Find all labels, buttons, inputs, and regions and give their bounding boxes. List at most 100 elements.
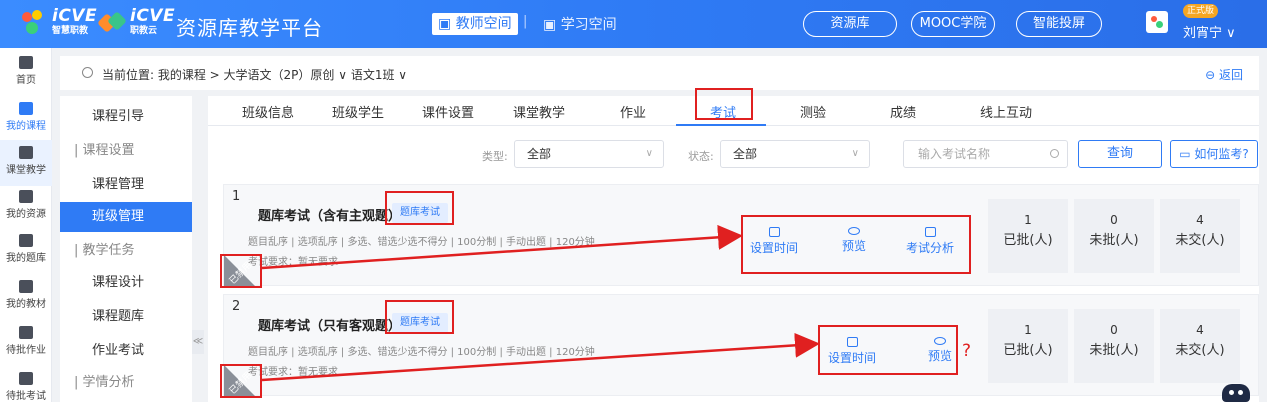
type-filter-select[interactable]: 全部 ∨ [514,140,664,168]
left-icon-rail: 首页 我的课程 课堂教学 我的资源 我的题库 我的教材 待批作业 待批考试 [0,48,52,402]
library-icon [19,190,33,203]
eye-icon [848,227,860,235]
sidebar-collapse-handle[interactable]: ≪ [192,330,204,354]
chevron-down-icon: ∨ [645,148,653,159]
tab-online-interaction[interactable]: 线上互动 [980,102,1032,121]
rail-item-resources[interactable]: 我的资源 [0,190,52,220]
sidebar-item-course-design[interactable]: 课程设计 [60,268,192,298]
exam-name-search-input[interactable] [903,140,1068,168]
tab-exams[interactable]: 考试 [710,102,736,121]
exam-index: 2 [232,299,241,314]
play-icon [19,146,33,159]
stat-not-submitted: 4 未交(人) [1160,199,1240,273]
icve-logo-icon [18,8,48,40]
avatar[interactable] [1146,11,1168,33]
exam-type-tag: 题库考试 [392,313,448,333]
rail-item-pending-homework[interactable]: 待批作业 [0,326,52,356]
assistant-robot-icon[interactable] [1222,384,1250,402]
tab-grades[interactable]: 成绩 [890,102,916,121]
breadcrumb-text[interactable]: 当前位置: 我的课程 > 大学语文（2P）原创 ∨ 语文1班 ∨ [102,66,407,83]
stat-ungraded: 0 未批(人) [1074,309,1154,383]
preview-button[interactable]: 预览 [910,337,970,364]
brand-zhihuizhijiao: iCVE 智慧职教 [52,6,98,36]
question-bank-icon [19,234,33,247]
sidebar-group-teaching-tasks: | 教学任务 [74,243,135,258]
exam-analysis-button[interactable]: 考试分析 [900,227,960,256]
rail-item-my-courses[interactable]: 我的课程 [0,102,52,132]
chart-icon [924,227,936,237]
nav-student-space[interactable]: ▣ 学习空间 [543,14,617,34]
exam-type-tag: 题库考试 [392,203,448,223]
sidebar-group-learning-analysis: | 学情分析 [74,375,135,390]
rail-item-home[interactable]: 首页 [0,56,52,86]
main-panel: 班级信息 班级学生 课件设置 课堂教学 作业 考试 测验 成绩 线上互动 类型:… [208,96,1259,402]
class-tabs: 班级信息 班级学生 课件设置 课堂教学 作业 考试 测验 成绩 线上互动 [208,96,1259,126]
type-filter-label: 类型: [482,150,508,163]
brand-zhijiaoyun: iCVE 职教云 [130,6,176,36]
sidebar-item-course-management[interactable]: 课程管理 [60,170,192,200]
back-link[interactable]: ⊖ 返回 [1205,66,1243,83]
search-icon [1050,149,1059,158]
nav-teacher-space[interactable]: ▣ 教师空间 [432,13,518,35]
chevron-down-icon: ∨ [851,148,859,159]
rail-item-textbooks[interactable]: 我的教材 [0,280,52,310]
upload-icon [846,337,858,347]
exam-index: 1 [232,189,241,204]
exam-requirement: 考试要求：暂无要求 [248,257,338,268]
user-name-dropdown[interactable]: 刘宵宁 ∨ [1183,22,1236,41]
exam-card: 1 题库考试（含有主观题） 题库考试 题目乱序 | 选项乱序 | 多选、错选少选… [223,184,1259,287]
nav-separator: | [523,14,528,29]
tab-class-info[interactable]: 班级信息 [242,102,294,121]
course-sidebar: 课程引导 | 课程设置 课程管理 班级管理 | 教学任务 课程设计 课程题库 作… [60,96,192,402]
official-version-badge: 正式版 [1183,4,1219,18]
tab-classroom-teaching[interactable]: 课堂教学 [513,102,565,121]
mooc-college-button[interactable]: MOOC学院 [911,11,995,37]
status-filter-select[interactable]: 全部 ∨ [720,140,870,168]
zhijiaoyun-logo-icon [97,10,127,36]
tab-quizzes[interactable]: 测验 [800,102,826,121]
platform-title: 资源库教学平台 [176,16,323,40]
tab-class-students[interactable]: 班级学生 [332,102,384,121]
smart-cast-button[interactable]: 智能投屏 [1016,11,1102,37]
set-time-button[interactable]: 设置时间 [744,227,804,256]
breadcrumb: 当前位置: 我的课程 > 大学语文（2P）原创 ∨ 语文1班 ∨ ⊖ 返回 [60,56,1259,90]
exam-title[interactable]: 题库考试（只有客观题） [258,315,401,334]
resource-library-button[interactable]: 资源库 [803,11,897,37]
tab-courseware-settings[interactable]: 课件设置 [422,102,474,121]
home-icon [19,56,33,69]
top-bar: iCVE 智慧职教 iCVE 职教云 资源库教学平台 ▣ 教师空间 | ▣ 学习… [0,0,1267,48]
exam-title[interactable]: 题库考试（含有主观题） [258,205,401,224]
set-time-button[interactable]: 设置时间 [822,337,882,366]
exam-settings-summary: 题目乱序 | 选项乱序 | 多选、错选少选不得分 | 100分制 | 手动出题 … [248,347,595,358]
rail-item-pending-exams[interactable]: 待批考试 [0,372,52,402]
query-button[interactable]: 查询 [1078,140,1162,168]
status-filter-label: 状态: [688,150,714,163]
sidebar-item-course-guide[interactable]: 课程引导 [60,102,192,132]
sidebar-item-course-question-bank[interactable]: 课程题库 [60,302,192,332]
disabled-ribbon: 已禁用 [224,255,256,287]
tab-homework[interactable]: 作业 [620,102,646,121]
rail-item-question-bank[interactable]: 我的题库 [0,234,52,264]
stat-not-submitted: 4 未交(人) [1160,309,1240,383]
stat-ungraded: 0 未批(人) [1074,199,1154,273]
exam-icon [19,372,33,385]
homework-icon [19,326,33,339]
sidebar-item-class-management[interactable]: 班级管理 [60,202,192,232]
disabled-ribbon: 已禁用 [224,365,256,397]
eye-icon [934,337,946,345]
exam-requirement: 考试要求：暂无要求 [248,367,338,378]
textbook-icon [19,280,33,293]
annotation-question-mark: ? [962,341,972,361]
exam-settings-summary: 题目乱序 | 选项乱序 | 多选、错选少选不得分 | 100分制 | 手动出题 … [248,237,595,248]
sidebar-group-course-settings: | 课程设置 [74,143,135,158]
preview-button[interactable]: 预览 [824,227,884,254]
location-icon [82,67,93,78]
stat-graded: 1 已批(人) [988,199,1068,273]
how-to-proctor-button[interactable]: ▭ 如何监考? [1170,140,1258,168]
upload-icon [768,227,780,237]
exam-card: 2 题库考试（只有客观题） 题库考试 题目乱序 | 选项乱序 | 多选、错选少选… [223,294,1259,397]
stat-graded: 1 已批(人) [988,309,1068,383]
rail-item-classroom[interactable]: 课堂教学 [0,146,52,176]
active-tab-underline [676,124,766,126]
sidebar-item-homework-exams[interactable]: 作业考试 [60,336,192,366]
